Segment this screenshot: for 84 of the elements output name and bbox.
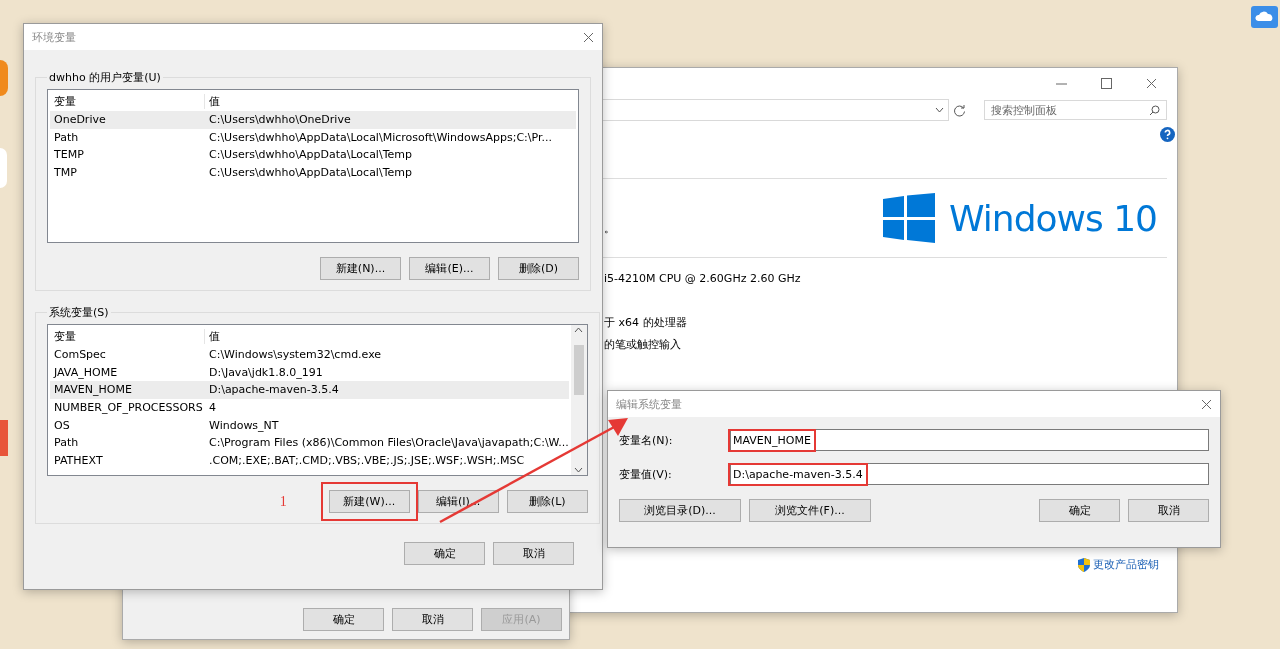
variable-value: 4	[208, 401, 217, 415]
help-icon[interactable]	[1160, 127, 1175, 142]
variable-name: OS	[53, 418, 71, 432]
search-field[interactable]: 搜索控制面板	[984, 100, 1167, 120]
variable-name: ComSpec	[53, 348, 107, 362]
variable-row[interactable]: MAVEN_HOME D:\apache-maven-3.5.4	[50, 381, 569, 399]
variable-value: C:\Users\dwhho\OneDrive	[208, 113, 352, 127]
dialog-button[interactable]: 取消	[1128, 499, 1209, 522]
variable-name: TEMP	[53, 148, 85, 162]
variable-name: NUMBER_OF_PROCESSORS	[53, 401, 204, 415]
variable-value: C:\Users\dwhho\AppData\Local\Temp	[208, 166, 413, 180]
dialog-button[interactable]: 确定	[1039, 499, 1120, 522]
group-label: 系统变量(S)	[48, 305, 110, 320]
maximize-icon[interactable]	[1101, 78, 1112, 89]
step-number: 1	[279, 493, 287, 510]
body-text: 于 x64 的处理器	[604, 315, 688, 330]
product-key-link[interactable]: 更改产品密钥	[1078, 557, 1159, 572]
shield-icon	[1078, 557, 1090, 572]
variable-name: Path	[53, 436, 80, 450]
dialog-button[interactable]: 新建(W)...	[328, 490, 410, 513]
search-icon[interactable]	[1149, 104, 1160, 116]
dialog-button[interactable]: 删除(L)	[506, 490, 588, 513]
variable-value: C:\Program Files (x86)\Common Files\Oracle\Java\javapath;C:\W...	[208, 436, 569, 450]
close-icon[interactable]	[1146, 78, 1157, 89]
variable-value: D:\Java\jdk1.8.0_191	[208, 365, 324, 379]
chevron-down-icon[interactable]	[935, 107, 944, 113]
body-text: i5-4210M CPU @ 2.60GHz 2.60 GHz	[604, 272, 802, 285]
variable-name: OneDrive	[53, 113, 107, 127]
variable-value: Windows_NT	[208, 418, 280, 432]
column-header[interactable]: 值	[205, 94, 576, 109]
variable-name: JAVA_HOME	[52, 365, 119, 379]
variable-row[interactable]: NUMBER_OF_PROCESSORS 4	[50, 398, 569, 417]
browse-button[interactable]: 浏览目录(D)...	[619, 499, 741, 522]
dialog-button[interactable]: 取消	[392, 608, 473, 631]
cloud-icon[interactable]	[1251, 6, 1278, 28]
body-text: 。	[604, 220, 615, 236]
windows-logo-text: Windows 10	[949, 197, 1157, 239]
dialog-button[interactable]: 编辑(E)...	[409, 257, 490, 280]
variable-row[interactable]: Path C:\Program Files (x86)\Common Files\Oracle\Java\javapath;C:\W...	[50, 433, 569, 452]
windows-logo-icon	[883, 193, 936, 243]
variable-row[interactable]: OneDrive C:\Users\dwhho\OneDrive	[50, 111, 576, 129]
dialog-button[interactable]: 确定	[404, 542, 485, 565]
input-field[interactable]: D:\apache-maven-3.5.4	[730, 463, 1209, 485]
refresh-icon[interactable]	[953, 103, 966, 117]
variable-value: C:\Windows\system32\cmd.exe	[208, 348, 383, 362]
highlight-frame: D:\apache-maven-3.5.4	[728, 462, 868, 486]
group-label: dwhho 的用户变量(U)	[48, 70, 162, 85]
variable-row[interactable]: PATHEXT .COM;.EXE;.BAT;.CMD;.VBS;.VBE;.JS;.JSE;.WSF;.WSH;.MSC	[50, 451, 569, 470]
dialog-button[interactable]: 编辑(I)...	[417, 490, 499, 513]
field-label: 变量值(V):	[619, 466, 673, 482]
column-header[interactable]: 变量	[50, 94, 205, 109]
variable-row[interactable]: OS Windows_NT	[50, 416, 569, 434]
variable-row[interactable]: Path C:\Users\dwhho\AppData\Local\Microsoft\WindowsApps;C:\Pr...	[50, 128, 576, 147]
close-icon[interactable]	[1201, 398, 1212, 410]
chevron-up-icon[interactable]	[574, 327, 584, 333]
variable-row[interactable]: TEMP C:\Users\dwhho\AppData\Local\Temp	[50, 146, 576, 164]
field-label: 变量名(N):	[619, 432, 674, 448]
variable-value: .COM;.EXE;.BAT;.CMD;.VBS;.VBE;.JS;.JSE;.WSF;.WSH;.MSC	[208, 453, 526, 467]
variable-name: Path	[53, 130, 80, 144]
browse-button[interactable]: 浏览文件(F)...	[749, 499, 871, 522]
scrollbar-thumb[interactable]	[573, 345, 584, 395]
column-header[interactable]: 值	[205, 329, 569, 344]
dialog-button[interactable]: 删除(D)	[498, 257, 579, 280]
input-field[interactable]: MAVEN_HOME	[730, 429, 1209, 451]
variable-row[interactable]: JAVA_HOME D:\Java\jdk1.8.0_191	[50, 363, 569, 382]
chevron-down-icon[interactable]	[574, 467, 584, 473]
dialog-title: 编辑系统变量	[616, 396, 682, 412]
variable-row[interactable]: TMP C:\Users\dwhho\AppData\Local\Temp	[50, 163, 576, 182]
variable-name: PATHEXT	[53, 453, 104, 467]
scrollbar[interactable]	[570, 325, 587, 475]
dialog-button[interactable]: 确定	[303, 608, 384, 631]
column-header[interactable]: 变量	[50, 329, 205, 344]
variable-name: MAVEN_HOME	[53, 383, 133, 397]
body-text: 的笔或触控输入	[604, 337, 682, 352]
variable-value: C:\Users\dwhho\AppData\Local\Microsoft\WindowsApps;C:\Pr...	[208, 130, 553, 144]
variable-value: D:\apache-maven-3.5.4	[208, 383, 340, 397]
variable-name: TMP	[53, 166, 78, 180]
variable-value: C:\Users\dwhho\AppData\Local\Temp	[208, 148, 413, 162]
variable-row[interactable]: ComSpec C:\Windows\system32\cmd.exe	[50, 346, 569, 364]
dialog-title: 环境变量	[32, 29, 76, 45]
highlight-frame: MAVEN_HOME	[728, 428, 816, 452]
dialog-button[interactable]: 新建(N)...	[320, 257, 401, 280]
dialog-button[interactable]: 取消	[493, 542, 574, 565]
close-icon[interactable]	[583, 31, 594, 43]
